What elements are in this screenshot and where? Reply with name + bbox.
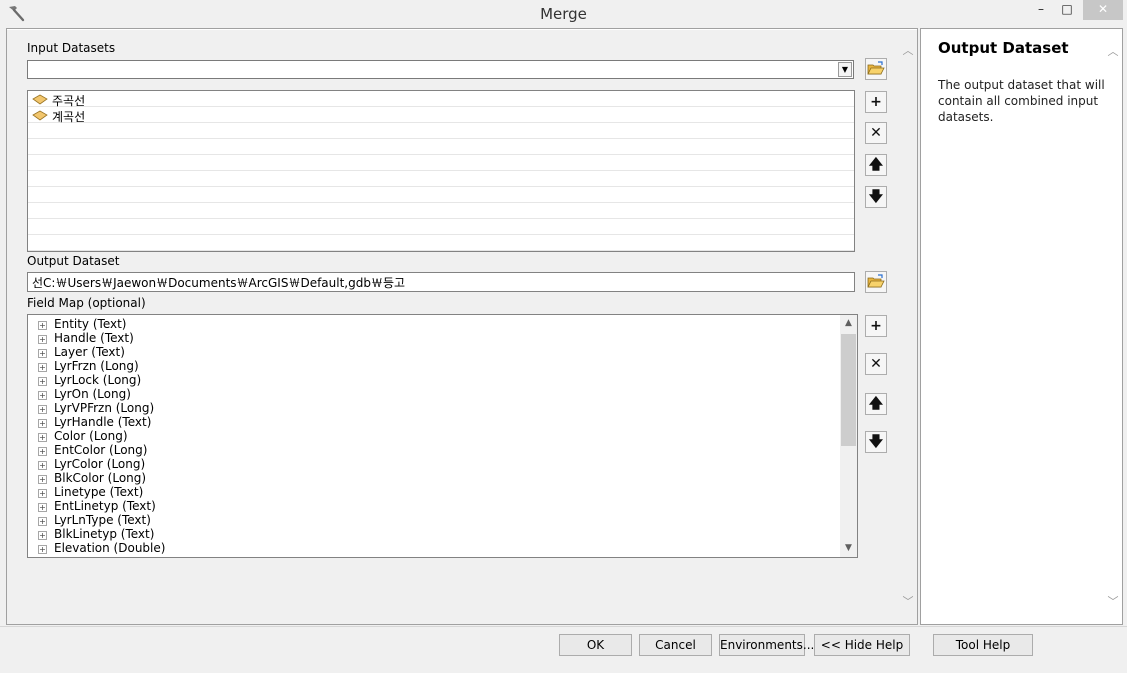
help-pane: Output Dataset The output dataset that w… <box>920 28 1123 625</box>
tree-item-label: LyrVPFrzn (Long) <box>54 401 155 415</box>
input-datasets-list[interactable]: 주곡선 계곡선 <box>27 90 855 252</box>
add-dataset-button[interactable]: + <box>865 91 887 113</box>
expand-icon[interactable]: + <box>38 545 47 554</box>
tree-item-label: BlkColor (Long) <box>54 471 147 485</box>
expand-icon[interactable]: + <box>38 419 47 428</box>
move-up-button[interactable]: 🡅 <box>865 154 887 176</box>
window-title: Merge <box>540 5 587 23</box>
dropdown-arrow-icon[interactable]: ▼ <box>838 62 852 77</box>
tree-item-label: LyrFrzn (Long) <box>54 359 139 373</box>
tree-item-label: Entity (Text) <box>54 317 127 331</box>
expand-icon[interactable]: + <box>38 377 47 386</box>
tree-item-label: Elevation (Double) <box>54 541 166 555</box>
list-empty-row <box>28 123 854 139</box>
output-dataset-label: Output Dataset <box>27 254 120 268</box>
pane-scroll-up-icon[interactable]: ︿ <box>901 44 915 58</box>
expand-icon[interactable]: + <box>38 461 47 470</box>
scroll-down-icon[interactable]: ▼ <box>840 540 857 557</box>
output-dataset-field[interactable]: 선C:￦Users￦Jaewon￦Documents￦ArcGIS￦Defaul… <box>27 272 855 292</box>
close-button[interactable]: ✕ <box>1083 0 1123 20</box>
minimize-button[interactable]: – <box>1030 0 1052 20</box>
title-bar: Merge – □ ✕ <box>0 0 1127 28</box>
scroll-up-icon[interactable]: ▲ <box>840 315 857 332</box>
expand-icon[interactable]: + <box>38 433 47 442</box>
input-datasets-combo[interactable]: ▼ <box>27 60 854 79</box>
add-field-button[interactable]: + <box>865 315 887 337</box>
tree-item-label: Handle (Text) <box>54 331 134 345</box>
help-body: The output dataset that will contain all… <box>938 78 1105 124</box>
tree-item-label: LyrLnType (Text) <box>54 513 151 527</box>
tree-item-label: Linetype (Text) <box>54 485 144 499</box>
expand-icon[interactable]: + <box>38 447 47 456</box>
hide-help-button[interactable]: << Hide Help <box>814 634 910 656</box>
tree-item-label: Color (Long) <box>54 429 128 443</box>
cancel-button[interactable]: Cancel <box>639 634 712 656</box>
browse-input-button[interactable] <box>865 58 887 80</box>
tree-item-label: Layer (Text) <box>54 345 125 359</box>
list-empty-row <box>28 171 854 187</box>
help-title: Output Dataset <box>938 39 1069 57</box>
help-scroll-up-icon[interactable]: ︿ <box>1106 45 1120 59</box>
expand-icon[interactable]: + <box>38 363 47 372</box>
expand-icon[interactable]: + <box>38 335 47 344</box>
list-empty-row <box>28 203 854 219</box>
list-empty-row <box>28 219 854 235</box>
list-empty-row <box>28 235 854 251</box>
remove-field-button[interactable]: ✕ <box>865 353 887 375</box>
field-map-tree[interactable]: + Entity (Text) + Handle (Text) + Layer (Te… <box>27 314 858 558</box>
list-empty-row <box>28 139 854 155</box>
tree-item-label: BlkLinetyp (Text) <box>54 527 155 541</box>
expand-icon[interactable]: + <box>38 489 47 498</box>
tree-item-label: LyrHandle (Text) <box>54 415 152 429</box>
expand-icon[interactable]: + <box>38 503 47 512</box>
list-empty-row <box>28 187 854 203</box>
open-folder-icon <box>867 274 885 288</box>
field-map-label: Field Map (optional) <box>27 296 146 310</box>
remove-dataset-button[interactable]: ✕ <box>865 122 887 144</box>
expand-icon[interactable]: + <box>38 321 47 330</box>
list-item[interactable]: 주곡선 <box>28 91 854 108</box>
ok-button[interactable]: OK <box>559 634 632 656</box>
tree-item-label: LyrLock (Long) <box>54 373 142 387</box>
expand-icon[interactable]: + <box>38 531 47 540</box>
list-item[interactable]: 계곡선 <box>28 107 854 124</box>
tree-item-label: EntLinetyp (Text) <box>54 499 156 513</box>
tree-item-label: LyrOn (Long) <box>54 387 131 401</box>
list-empty-row <box>28 155 854 171</box>
open-folder-icon <box>867 61 885 75</box>
field-move-down-button[interactable]: 🡇 <box>865 431 887 453</box>
expand-icon[interactable]: + <box>38 405 47 414</box>
environments-button[interactable]: Environments... <box>719 634 814 656</box>
tree-item-label: LyrColor (Long) <box>54 457 146 471</box>
feature-layer-icon <box>32 110 48 121</box>
move-down-button[interactable]: 🡇 <box>865 186 887 208</box>
input-datasets-label: Input Datasets <box>27 41 116 55</box>
expand-icon[interactable]: + <box>38 475 47 484</box>
expand-icon[interactable]: + <box>38 349 47 358</box>
field-map-scrollbar[interactable]: ▲ ▼ <box>840 315 857 557</box>
pane-scroll-down-icon[interactable]: ﹀ <box>901 595 915 609</box>
expand-icon[interactable]: + <box>38 517 47 526</box>
tool-help-button[interactable]: Tool Help <box>933 634 1033 656</box>
tree-item-label: EntColor (Long) <box>54 443 148 457</box>
scroll-thumb[interactable] <box>841 334 856 446</box>
expand-icon[interactable]: + <box>38 391 47 400</box>
browse-output-button[interactable] <box>865 271 887 293</box>
feature-layer-icon <box>32 94 48 105</box>
help-scroll-down-icon[interactable]: ﹀ <box>1106 595 1120 609</box>
maximize-button[interactable]: □ <box>1055 0 1079 20</box>
field-move-up-button[interactable]: 🡅 <box>865 393 887 415</box>
